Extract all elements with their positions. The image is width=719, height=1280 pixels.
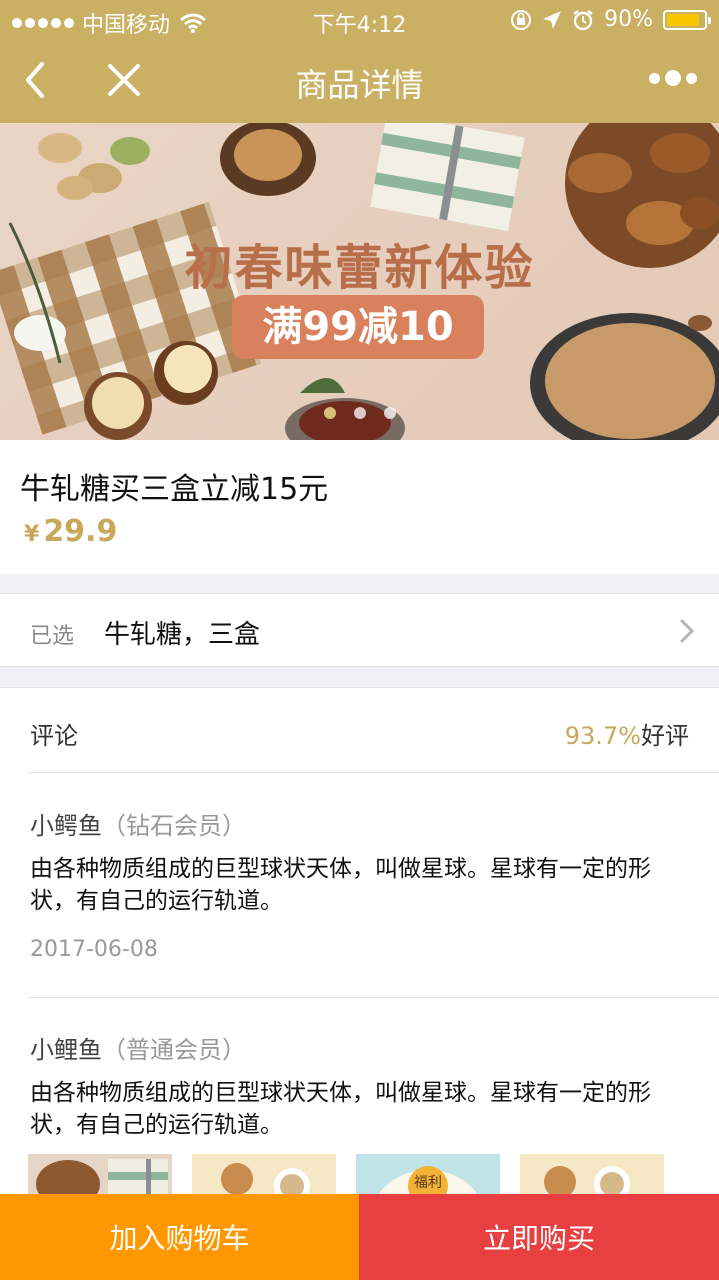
carousel-indicator xyxy=(0,407,719,419)
review-user: 小鲤鱼（普通会员） xyxy=(30,1030,690,1065)
review-username: 小鳄鱼 xyxy=(30,812,102,840)
review-item: 小鲤鱼（普通会员） 由各种物质组成的巨型球状天体，叫做星球。星球有一定的形状，有… xyxy=(30,1030,690,1141)
battery-percent: 90% xyxy=(604,7,653,32)
battery-icon xyxy=(663,9,711,30)
product-info: 牛轧糖买三盒立减15元 ¥29.9 xyxy=(0,440,719,574)
banner-headline: 初春味蕾新体验 xyxy=(184,240,535,296)
review-content: 由各种物质组成的巨型球状天体，叫做星球。星球有一定的形状，有自己的运行轨道。 xyxy=(30,1080,651,1138)
rating-summary: 93.7%好评 xyxy=(565,716,689,751)
review-member-tier: （普通会员） xyxy=(102,1036,246,1064)
selected-label: 已选 xyxy=(30,624,75,649)
reviews-header[interactable]: 评论 93.7%好评 xyxy=(0,688,719,772)
review-user: 小鳄鱼（钻石会员） xyxy=(30,806,690,841)
review-content: 由各种物质组成的巨型球状天体，叫做星球。星球有一定的形状，有自己的运行轨道。 xyxy=(30,856,651,914)
chevron-right-icon xyxy=(680,619,695,643)
review-item: 小鳄鱼（钻石会员） 由各种物质组成的巨型球状天体，叫做星球。星球有一定的形状，有… xyxy=(30,806,690,962)
bottom-action-bar: 加入购物车 立即购买 xyxy=(0,1194,719,1280)
banner-promo-badge: 满99减10 xyxy=(232,295,484,359)
currency-symbol: ¥ xyxy=(24,522,40,547)
reviews-title: 评论 xyxy=(30,722,78,750)
add-to-cart-button[interactable]: 加入购物车 xyxy=(0,1194,359,1280)
review-date: 2017-06-08 xyxy=(30,937,158,962)
more-icon[interactable] xyxy=(649,70,697,86)
carousel-dot[interactable] xyxy=(383,407,396,419)
product-price: ¥29.9 xyxy=(24,514,117,549)
selected-option-row[interactable]: 已选 牛轧糖，三盒 xyxy=(0,593,719,667)
promo-banner[interactable]: 初春味蕾新体验 满99减10 xyxy=(0,123,719,440)
status-bar: 中国移动 下午4:12 90% xyxy=(0,0,719,40)
price-value: 29.9 xyxy=(43,514,118,549)
buy-now-button[interactable]: 立即购买 xyxy=(359,1194,719,1280)
divider xyxy=(28,772,719,773)
product-title: 牛轧糖买三盒立减15元 xyxy=(20,472,329,507)
product-detail-page: 中国移动 下午4:12 90% 商品详情 初春味蕾新体验 满99减10 牛轧糖买… xyxy=(0,0,719,1280)
rating-suffix: 好评 xyxy=(641,722,689,750)
review-member-tier: （钻石会员） xyxy=(102,812,246,840)
reviews-section: 评论 93.7%好评 小鳄鱼（钻石会员） 由各种物质组成的巨型球状天体，叫做星球… xyxy=(0,687,719,1280)
review-username: 小鲤鱼 xyxy=(30,1036,102,1064)
rating-percent: 93.7% xyxy=(564,722,641,750)
navigation-bar: 商品详情 xyxy=(0,40,719,123)
selected-value: 牛轧糖，三盒 xyxy=(104,620,261,650)
carousel-dot[interactable] xyxy=(323,407,336,419)
rotation-lock-icon xyxy=(511,9,532,30)
divider xyxy=(28,997,719,998)
location-icon xyxy=(543,10,562,29)
alarm-icon xyxy=(573,9,593,30)
page-title: 商品详情 xyxy=(295,66,424,104)
carousel-dot[interactable] xyxy=(353,407,366,419)
thumbnail-label: 福利 xyxy=(414,1175,442,1191)
